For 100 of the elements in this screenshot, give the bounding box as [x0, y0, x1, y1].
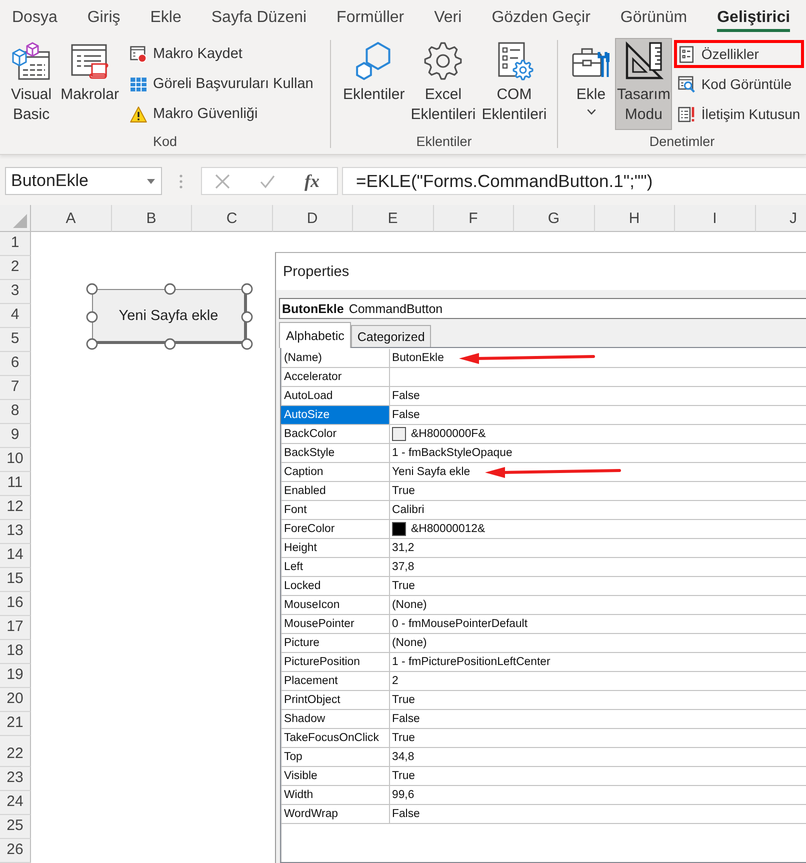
property-name[interactable]: ForeColor: [281, 520, 390, 538]
property-name[interactable]: TakeFocusOnClick: [281, 729, 390, 747]
resize-handle-icon[interactable]: [86, 310, 98, 322]
property-name[interactable]: Caption: [281, 463, 390, 481]
sheet-command-button[interactable]: Yeni Sayfa ekle: [92, 289, 247, 344]
ribbon-tab[interactable]: Dosya: [0, 0, 72, 35]
column-header[interactable]: H: [594, 205, 675, 232]
property-name[interactable]: Top: [281, 748, 390, 766]
row-header[interactable]: 25: [0, 815, 31, 839]
property-value[interactable]: True: [392, 577, 415, 595]
column-header[interactable]: A: [31, 205, 112, 232]
name-box[interactable]: ButonEkle: [5, 167, 162, 195]
column-header[interactable]: C: [192, 205, 272, 232]
ribbon-tab[interactable]: Ekle: [135, 0, 196, 35]
column-header[interactable]: D: [272, 205, 353, 232]
property-name[interactable]: Left: [281, 558, 390, 576]
row-header[interactable]: 20: [0, 688, 31, 712]
property-name[interactable]: Width: [281, 786, 390, 804]
row-header[interactable]: 14: [0, 544, 31, 568]
row-header[interactable]: 24: [0, 791, 31, 815]
row-header[interactable]: 3: [0, 280, 31, 304]
ribbon-button[interactable]: İletişim Kutusun: [674, 100, 804, 128]
property-value[interactable]: 1 - fmPicturePositionLeftCenter: [392, 653, 550, 671]
row-header[interactable]: 5: [0, 328, 31, 352]
resize-handle-icon[interactable]: [241, 310, 253, 322]
property-name[interactable]: AutoSize: [281, 406, 390, 424]
property-value[interactable]: (None): [392, 634, 427, 652]
property-name[interactable]: Locked: [281, 577, 390, 595]
row-header[interactable]: 26: [0, 839, 31, 863]
row-header[interactable]: 15: [0, 568, 31, 592]
object-selector[interactable]: ButonEkle CommandButton: [279, 298, 806, 319]
property-name[interactable]: Enabled: [281, 482, 390, 500]
property-value[interactable]: 31,2: [392, 539, 414, 557]
property-value[interactable]: (None): [392, 596, 427, 614]
row-header[interactable]: 1: [0, 232, 31, 256]
row-header[interactable]: 23: [0, 767, 31, 791]
row-header[interactable]: 17: [0, 616, 31, 640]
ribbon-button[interactable]: Visual Basic: [8, 38, 55, 130]
ribbon-tab[interactable]: Görünüm: [605, 0, 702, 35]
row-header[interactable]: 19: [0, 664, 31, 688]
property-value[interactable]: Yeni Sayfa ekle: [392, 463, 470, 481]
row-header[interactable]: 18: [0, 640, 31, 664]
resize-handle-icon[interactable]: [164, 338, 176, 350]
property-name[interactable]: PicturePosition: [281, 653, 390, 671]
column-header[interactable]: E: [353, 205, 434, 232]
property-name[interactable]: Shadow: [281, 710, 390, 728]
property-value[interactable]: False: [392, 710, 420, 728]
property-value[interactable]: False: [392, 805, 420, 823]
property-name[interactable]: PrintObject: [281, 691, 390, 709]
row-header[interactable]: 6: [0, 352, 31, 376]
property-name[interactable]: BackColor: [281, 425, 390, 443]
property-name[interactable]: Picture: [281, 634, 390, 652]
resize-handle-icon[interactable]: [86, 338, 98, 350]
resize-handle-icon[interactable]: [241, 338, 253, 350]
column-header[interactable]: J: [756, 205, 806, 232]
property-value[interactable]: &H8000000F&: [411, 425, 486, 443]
ribbon-tab[interactable]: Veri: [419, 0, 477, 35]
property-name[interactable]: Accelerator: [281, 368, 390, 386]
column-header[interactable]: F: [434, 205, 514, 232]
row-header[interactable]: 7: [0, 376, 31, 400]
resize-handle-icon[interactable]: [164, 283, 176, 295]
property-name[interactable]: WordWrap: [281, 805, 390, 823]
ribbon-button[interactable]: Göreli Başvuruları Kullan: [124, 70, 318, 98]
row-header[interactable]: 4: [0, 304, 31, 328]
properties-tab[interactable]: Alphabetic: [279, 322, 352, 348]
property-name[interactable]: BackStyle: [281, 444, 390, 462]
column-header[interactable]: G: [514, 205, 594, 232]
property-value[interactable]: True: [392, 691, 415, 709]
formula-field[interactable]: =EKLE("Forms.CommandButton.1";""): [342, 167, 806, 195]
property-value[interactable]: 34,8: [392, 748, 414, 766]
property-name[interactable]: Visible: [281, 767, 390, 785]
ribbon-button[interactable]: COM Eklentileri: [478, 38, 550, 130]
insert-function-button[interactable]: fx: [298, 169, 326, 193]
property-name[interactable]: (Name): [281, 349, 390, 367]
row-header[interactable]: 11: [0, 472, 31, 496]
column-header[interactable]: B: [112, 205, 192, 232]
property-value[interactable]: True: [392, 482, 415, 500]
resize-handle-icon[interactable]: [241, 283, 253, 295]
property-name[interactable]: Placement: [281, 672, 390, 690]
property-value[interactable]: 2: [392, 672, 398, 690]
row-header[interactable]: 12: [0, 496, 31, 520]
row-header[interactable]: 9: [0, 424, 31, 448]
resize-handle-icon[interactable]: [86, 283, 98, 295]
ribbon-button[interactable]: Ekle: [569, 38, 613, 130]
ribbon-button[interactable]: Kod Görüntüle: [674, 70, 804, 98]
property-value[interactable]: False: [392, 406, 420, 424]
property-value[interactable]: 0 - fmMousePointerDefault: [392, 615, 528, 633]
ribbon-button[interactable]: Makro Kaydet: [124, 40, 318, 68]
property-value[interactable]: True: [392, 729, 415, 747]
ribbon-button[interactable]: Makrolar: [58, 38, 122, 130]
property-value[interactable]: Calibri: [392, 501, 424, 519]
property-value[interactable]: 1 - fmBackStyleOpaque: [392, 444, 512, 462]
row-header[interactable]: 2: [0, 256, 31, 280]
row-header[interactable]: 21: [0, 712, 31, 736]
ribbon-tab[interactable]: Formüller: [322, 0, 420, 35]
property-name[interactable]: AutoLoad: [281, 387, 390, 405]
property-value[interactable]: 37,8: [392, 558, 414, 576]
row-header[interactable]: 8: [0, 400, 31, 424]
column-header[interactable]: I: [675, 205, 756, 232]
properties-tab[interactable]: Categorized: [351, 325, 431, 347]
